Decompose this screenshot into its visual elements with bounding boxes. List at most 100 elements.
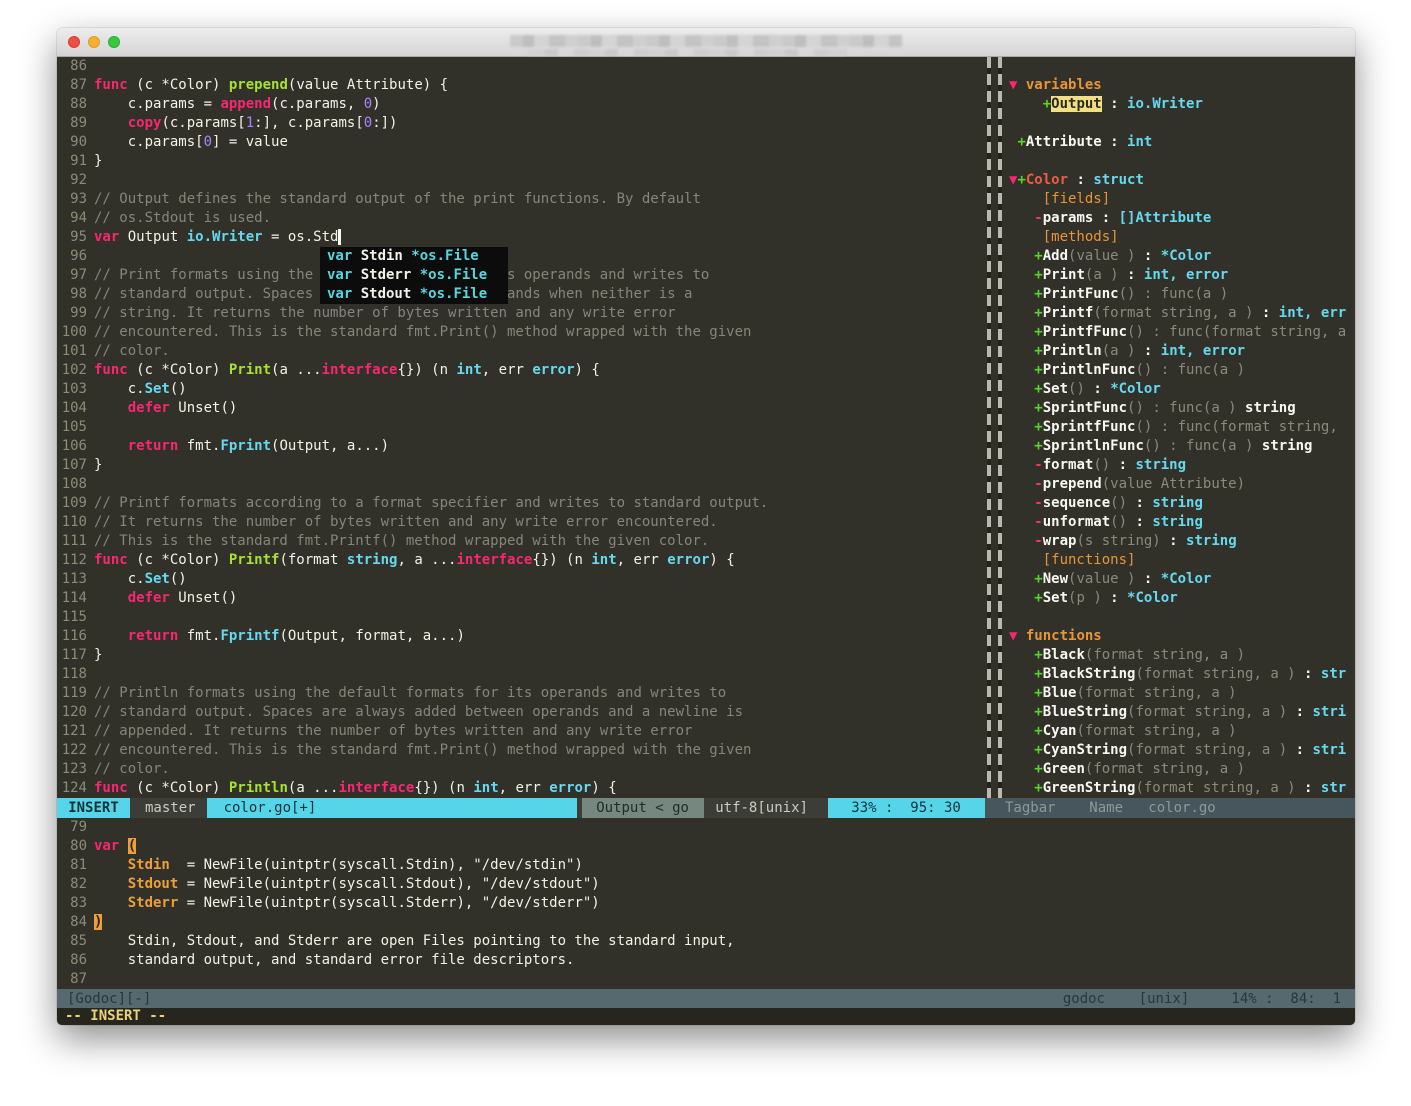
code-line[interactable]: 94// os.Stdout is used. [57,209,985,228]
code-line[interactable]: 110// It returns the number of bytes wri… [57,513,985,532]
code-line[interactable]: 107} [57,456,985,475]
tagbar-row[interactable]: -format() : string [1009,456,1355,475]
code-line[interactable]: 121// appended. It returns the number of… [57,722,985,741]
tagbar-row[interactable]: -unformat() : string [1009,513,1355,532]
code-line[interactable]: 116 return fmt.Fprintf(Output, format, a… [57,627,985,646]
tagbar-panel[interactable]: ▼ variables +Output : io.Writer +Attribu… [1005,57,1355,798]
code-line[interactable]: 117} [57,646,985,665]
tagbar-row[interactable]: +SprintFunc() : func(a ) string [1009,399,1355,418]
code-line[interactable]: 103 c.Set() [57,380,985,399]
zoom-button[interactable] [108,36,120,48]
code-line[interactable]: 90 c.params[0] = value [57,133,985,152]
godoc-line[interactable]: 83 Stderr = NewFile(uintptr(syscall.Stde… [57,894,1355,913]
tagbar-row[interactable]: +Output : io.Writer [1009,95,1355,114]
code-line[interactable]: 104 defer Unset() [57,399,985,418]
tagbar-row[interactable]: +PrintlnFunc() : func(a ) [1009,361,1355,380]
minimize-button[interactable] [88,36,100,48]
code-line[interactable]: 119// Println formats using the default … [57,684,985,703]
tagbar-row[interactable]: +BlueString(format string, a ) : stri [1009,703,1355,722]
godoc-line[interactable]: 80var ( [57,837,1355,856]
close-button[interactable] [68,36,80,48]
code-line[interactable]: 112func (c *Color) Printf(format string,… [57,551,985,570]
tagbar-row[interactable] [1009,57,1355,76]
code-line[interactable]: 111// This is the standard fmt.Printf() … [57,532,985,551]
godoc-line[interactable]: 86 standard output, and standard error f… [57,951,1355,970]
vertical-split-separator[interactable] [985,57,1005,798]
autocomplete-popup[interactable]: var Stdin *os.Filevar Stderr *os.Filevar… [320,247,508,304]
godoc-line[interactable]: 85 Stdin, Stdout, and Stderr are open Fi… [57,932,1355,951]
code-line[interactable]: 105 [57,418,985,437]
tagbar-row[interactable] [1009,608,1355,627]
tagbar-row[interactable]: +Cyan(format string, a ) [1009,722,1355,741]
code-line[interactable]: 86 [57,57,985,76]
tagbar-row[interactable]: -wrap(s string) : string [1009,532,1355,551]
code-line[interactable]: 95var Output io.Writer = os.Std [57,228,985,247]
godoc-line[interactable]: 81 Stdin = NewFile(uintptr(syscall.Stdin… [57,856,1355,875]
code-line[interactable]: 97// Print formats using the default for… [57,266,985,285]
code-line[interactable]: 108 [57,475,985,494]
godoc-line[interactable]: 87 [57,970,1355,989]
tagbar-row[interactable]: +SprintfFunc() : func(format string, [1009,418,1355,437]
code-line[interactable]: 96 [57,247,985,266]
tagbar-row[interactable]: +PrintfFunc() : func(format string, a [1009,323,1355,342]
tagbar-row[interactable]: +GreenString(format string, a ) : str [1009,779,1355,798]
godoc-window[interactable]: 7980var (81 Stdin = NewFile(uintptr(sysc… [57,818,1355,989]
autocomplete-item[interactable]: var Stdin *os.File [327,247,508,266]
code-line[interactable]: 120// standard output. Spaces are always… [57,703,985,722]
code-line[interactable]: 123// color. [57,760,985,779]
tagbar-row[interactable]: ▼ functions [1009,627,1355,646]
code-editor[interactable]: 8687func (c *Color) prepend(value Attrib… [57,57,985,798]
tagbar-row[interactable]: +Set() : *Color [1009,380,1355,399]
code-line[interactable]: 109// Printf formats according to a form… [57,494,985,513]
tagbar-row[interactable]: [methods] [1009,228,1355,247]
godoc-line[interactable]: 82 Stdout = NewFile(uintptr(syscall.Stdo… [57,875,1355,894]
code-line[interactable]: 93// Output defines the standard output … [57,190,985,209]
code-line[interactable]: 87func (c *Color) prepend(value Attribut… [57,76,985,95]
token-p [1009,685,1034,701]
code-line[interactable]: 98// standard output. Spaces are added b… [57,285,985,304]
code-line[interactable]: 91} [57,152,985,171]
code-line[interactable]: 106 return fmt.Fprint(Output, a...) [57,437,985,456]
token-t: stri [1312,742,1346,758]
tagbar-row[interactable]: -prepend(value Attribute) [1009,475,1355,494]
tagbar-row[interactable]: +Set(p ) : *Color [1009,589,1355,608]
code-line[interactable]: 113 c.Set() [57,570,985,589]
tagbar-row[interactable]: +Black(format string, a ) [1009,646,1355,665]
tagbar-row[interactable]: +New(value ) : *Color [1009,570,1355,589]
tagbar-row[interactable]: +Add(value ) : *Color [1009,247,1355,266]
tagbar-row[interactable]: [functions] [1009,551,1355,570]
tagbar-row[interactable]: +Println(a ) : int, error [1009,342,1355,361]
code-line[interactable]: 102func (c *Color) Print(a ...interface{… [57,361,985,380]
tagbar-row[interactable]: +Blue(format string, a ) [1009,684,1355,703]
autocomplete-item[interactable]: var Stderr *os.File [327,266,508,285]
code-line[interactable]: 89 copy(c.params[1:], c.params[0:]) [57,114,985,133]
tagbar-row[interactable] [1009,114,1355,133]
tagbar-row[interactable]: +SprintlnFunc() : func(a ) string [1009,437,1355,456]
code-line[interactable]: 118 [57,665,985,684]
code-line[interactable]: 124func (c *Color) Println(a ...interfac… [57,779,985,798]
tagbar-row[interactable]: +Green(format string, a ) [1009,760,1355,779]
tagbar-row[interactable] [1009,152,1355,171]
godoc-line[interactable]: 84) [57,913,1355,932]
code-line[interactable]: 92 [57,171,985,190]
tagbar-row[interactable]: -sequence() : string [1009,494,1355,513]
code-line[interactable]: 100// encountered. This is the standard … [57,323,985,342]
code-line[interactable]: 115 [57,608,985,627]
tagbar-row[interactable]: +Attribute : int [1009,133,1355,152]
code-line[interactable]: 99// string. It returns the number of by… [57,304,985,323]
tagbar-row[interactable]: -params : []Attribute [1009,209,1355,228]
tagbar-row[interactable]: +PrintFunc() : func(a ) [1009,285,1355,304]
autocomplete-item[interactable]: var Stdout *os.File [327,285,508,304]
tagbar-row[interactable]: +Print(a ) : int, error [1009,266,1355,285]
tagbar-row[interactable]: ▼ variables [1009,76,1355,95]
tagbar-row[interactable]: +CyanString(format string, a ) : stri [1009,741,1355,760]
code-line[interactable]: 114 defer Unset() [57,589,985,608]
code-line[interactable]: 88 c.params = append(c.params, 0) [57,95,985,114]
code-line[interactable]: 101// color. [57,342,985,361]
tagbar-row[interactable]: +BlackString(format string, a ) : str [1009,665,1355,684]
code-line[interactable]: 122// encountered. This is the standard … [57,741,985,760]
godoc-line[interactable]: 79 [57,818,1355,837]
tagbar-row[interactable]: [fields] [1009,190,1355,209]
tagbar-row[interactable]: ▼+Color : struct [1009,171,1355,190]
tagbar-row[interactable]: +Printf(format string, a ) : int, err [1009,304,1355,323]
